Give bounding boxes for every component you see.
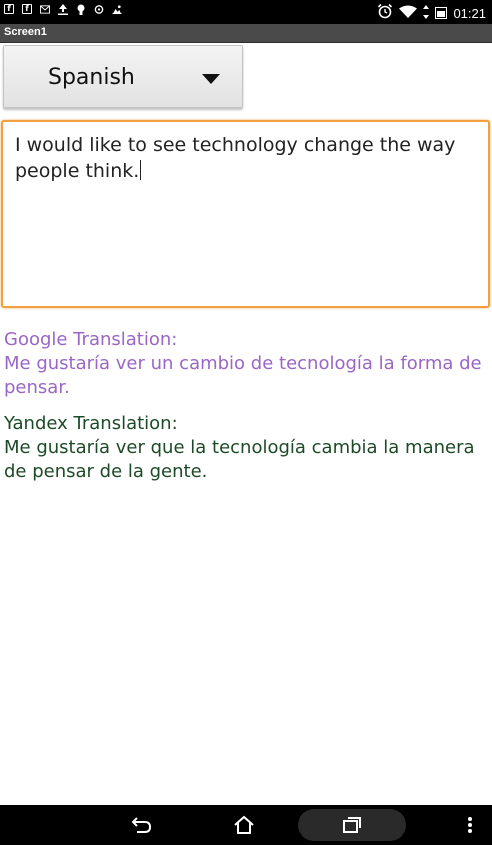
back-button[interactable]: [120, 805, 164, 845]
yandex-translation-text: Me gustaría ver que la tecnología cambia…: [4, 437, 481, 482]
navigation-bar: [0, 805, 492, 845]
google-translation-label: Google Translation:: [4, 329, 178, 350]
home-icon: [234, 815, 254, 834]
status-indicators: 01:21: [377, 3, 486, 23]
text-cursor: [140, 160, 142, 180]
status-time: 01:21: [453, 5, 486, 21]
recent-apps-button[interactable]: [298, 809, 406, 841]
screen-title: Screen1: [4, 26, 47, 38]
language-spinner-value: Spanish: [48, 65, 135, 90]
android-icon: [76, 4, 86, 15]
battery-icon: [435, 7, 448, 19]
back-icon: [131, 817, 152, 833]
sync-icon: [94, 4, 104, 14]
google-translation-section: Google Translation: Me gustaría ver un c…: [4, 328, 488, 400]
yandex-translation-label: Yandex Translation:: [4, 413, 178, 434]
dropdown-arrow-icon: [202, 74, 220, 84]
notification-icons: f f: [4, 3, 122, 15]
recent-apps-icon: [343, 817, 361, 833]
status-bar: f f 01:21: [0, 0, 492, 24]
app-title-bar: Screen1: [0, 24, 492, 43]
image-icon: [112, 4, 122, 14]
notif-f-icon: f: [4, 4, 14, 14]
yandex-translation-section: Yandex Translation: Me gustaría ver que …: [4, 412, 488, 484]
alarm-icon: [377, 3, 393, 23]
overflow-menu-icon: [468, 817, 472, 833]
notif-f-icon: f: [22, 4, 32, 14]
google-translation-text: Me gustaría ver un cambio de tecnología …: [4, 353, 488, 398]
upload-icon: [58, 3, 68, 15]
home-button[interactable]: [222, 805, 266, 845]
data-arrows-icon: [423, 4, 430, 23]
language-spinner[interactable]: Spanish: [3, 45, 243, 108]
overflow-menu-button[interactable]: [458, 805, 482, 845]
source-text-input[interactable]: I would like to see technology change th…: [1, 120, 490, 308]
source-text-value: I would like to see technology change th…: [15, 134, 456, 182]
wifi-icon: [399, 4, 418, 23]
message-icon: [40, 4, 50, 14]
